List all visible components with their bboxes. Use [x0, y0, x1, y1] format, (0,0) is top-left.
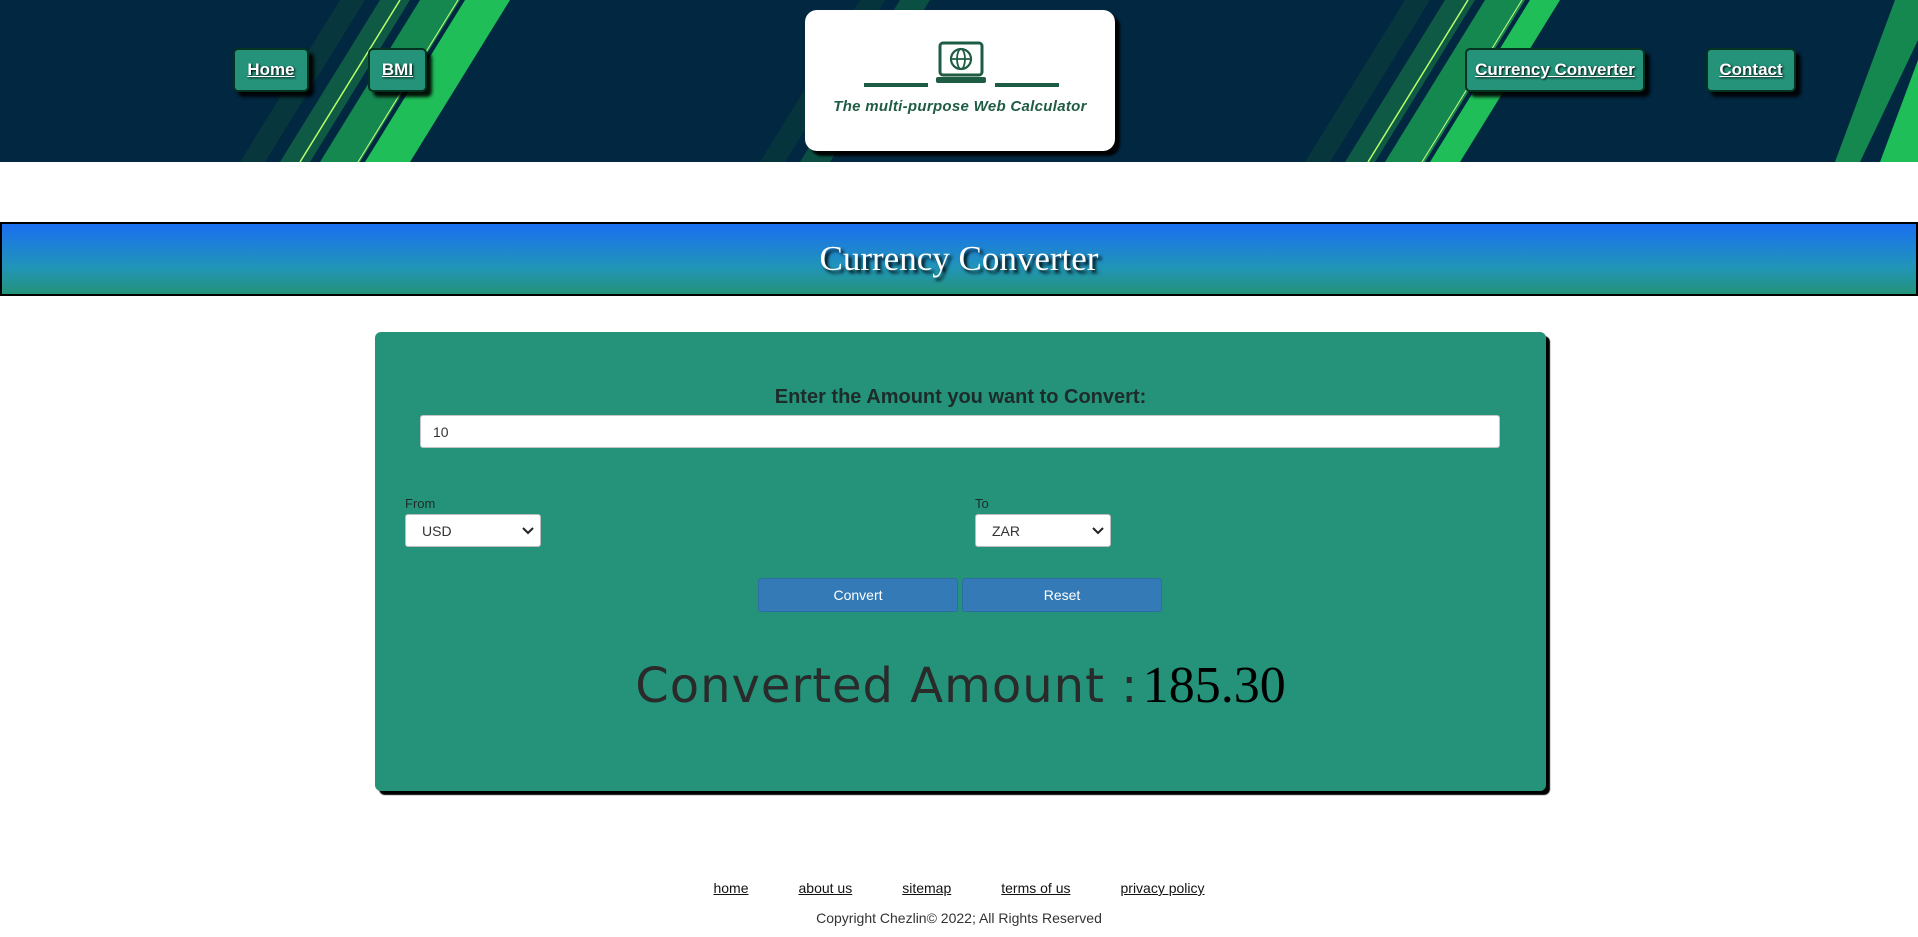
site-logo[interactable]: The multi-purpose Web Calculator [805, 10, 1115, 151]
converted-amount-label: Converted Amount : [635, 658, 1139, 714]
from-currency-value: USD [422, 522, 452, 539]
converter-card: Enter the Amount you want to Convert: Fr… [375, 332, 1546, 791]
nav-currency-converter-button[interactable]: Currency Converter [1465, 48, 1645, 92]
to-currency-select[interactable]: ZAR [975, 514, 1111, 547]
footer-links: home about us sitemap terms of us privac… [0, 880, 1918, 896]
site-header: Home BMI Currency Converter Contact The … [0, 0, 1918, 162]
converted-amount: Converted Amount : 185.30 [375, 656, 1546, 715]
copyright-text: Copyright Chezlin© 2022; All Rights Rese… [816, 910, 1102, 926]
chevron-down-icon [1092, 527, 1104, 535]
from-label: From [405, 496, 436, 511]
amount-label: Enter the Amount you want to Convert: [774, 386, 1147, 408]
nav-bmi-button[interactable]: BMI [368, 48, 427, 92]
to-label: To [975, 496, 989, 511]
page-title: Currency Converter [819, 239, 1099, 278]
logo-line-left [864, 83, 928, 87]
nav-home-button[interactable]: Home [233, 48, 309, 92]
footer-link-home[interactable]: home [713, 880, 748, 896]
convert-button[interactable]: Convert [758, 578, 958, 612]
footer-link-terms[interactable]: terms of us [1001, 880, 1070, 896]
chevron-down-icon [522, 527, 534, 535]
footer-link-about-us[interactable]: about us [799, 880, 853, 896]
reset-button[interactable]: Reset [962, 578, 1162, 612]
converted-amount-value: 185.30 [1142, 657, 1286, 714]
laptop-globe-icon [936, 41, 986, 83]
logo-line-right [995, 83, 1059, 87]
from-currency-select[interactable]: USD [405, 514, 541, 547]
footer-link-privacy-policy[interactable]: privacy policy [1121, 880, 1205, 896]
nav-contact-button[interactable]: Contact [1706, 48, 1796, 92]
footer-link-sitemap[interactable]: sitemap [902, 880, 951, 896]
to-currency-value: ZAR [992, 522, 1020, 539]
logo-title: The multi-purpose Web Calculator [833, 98, 1087, 115]
page-title-banner: Currency Converter [0, 222, 1918, 296]
amount-input[interactable] [420, 415, 1500, 448]
